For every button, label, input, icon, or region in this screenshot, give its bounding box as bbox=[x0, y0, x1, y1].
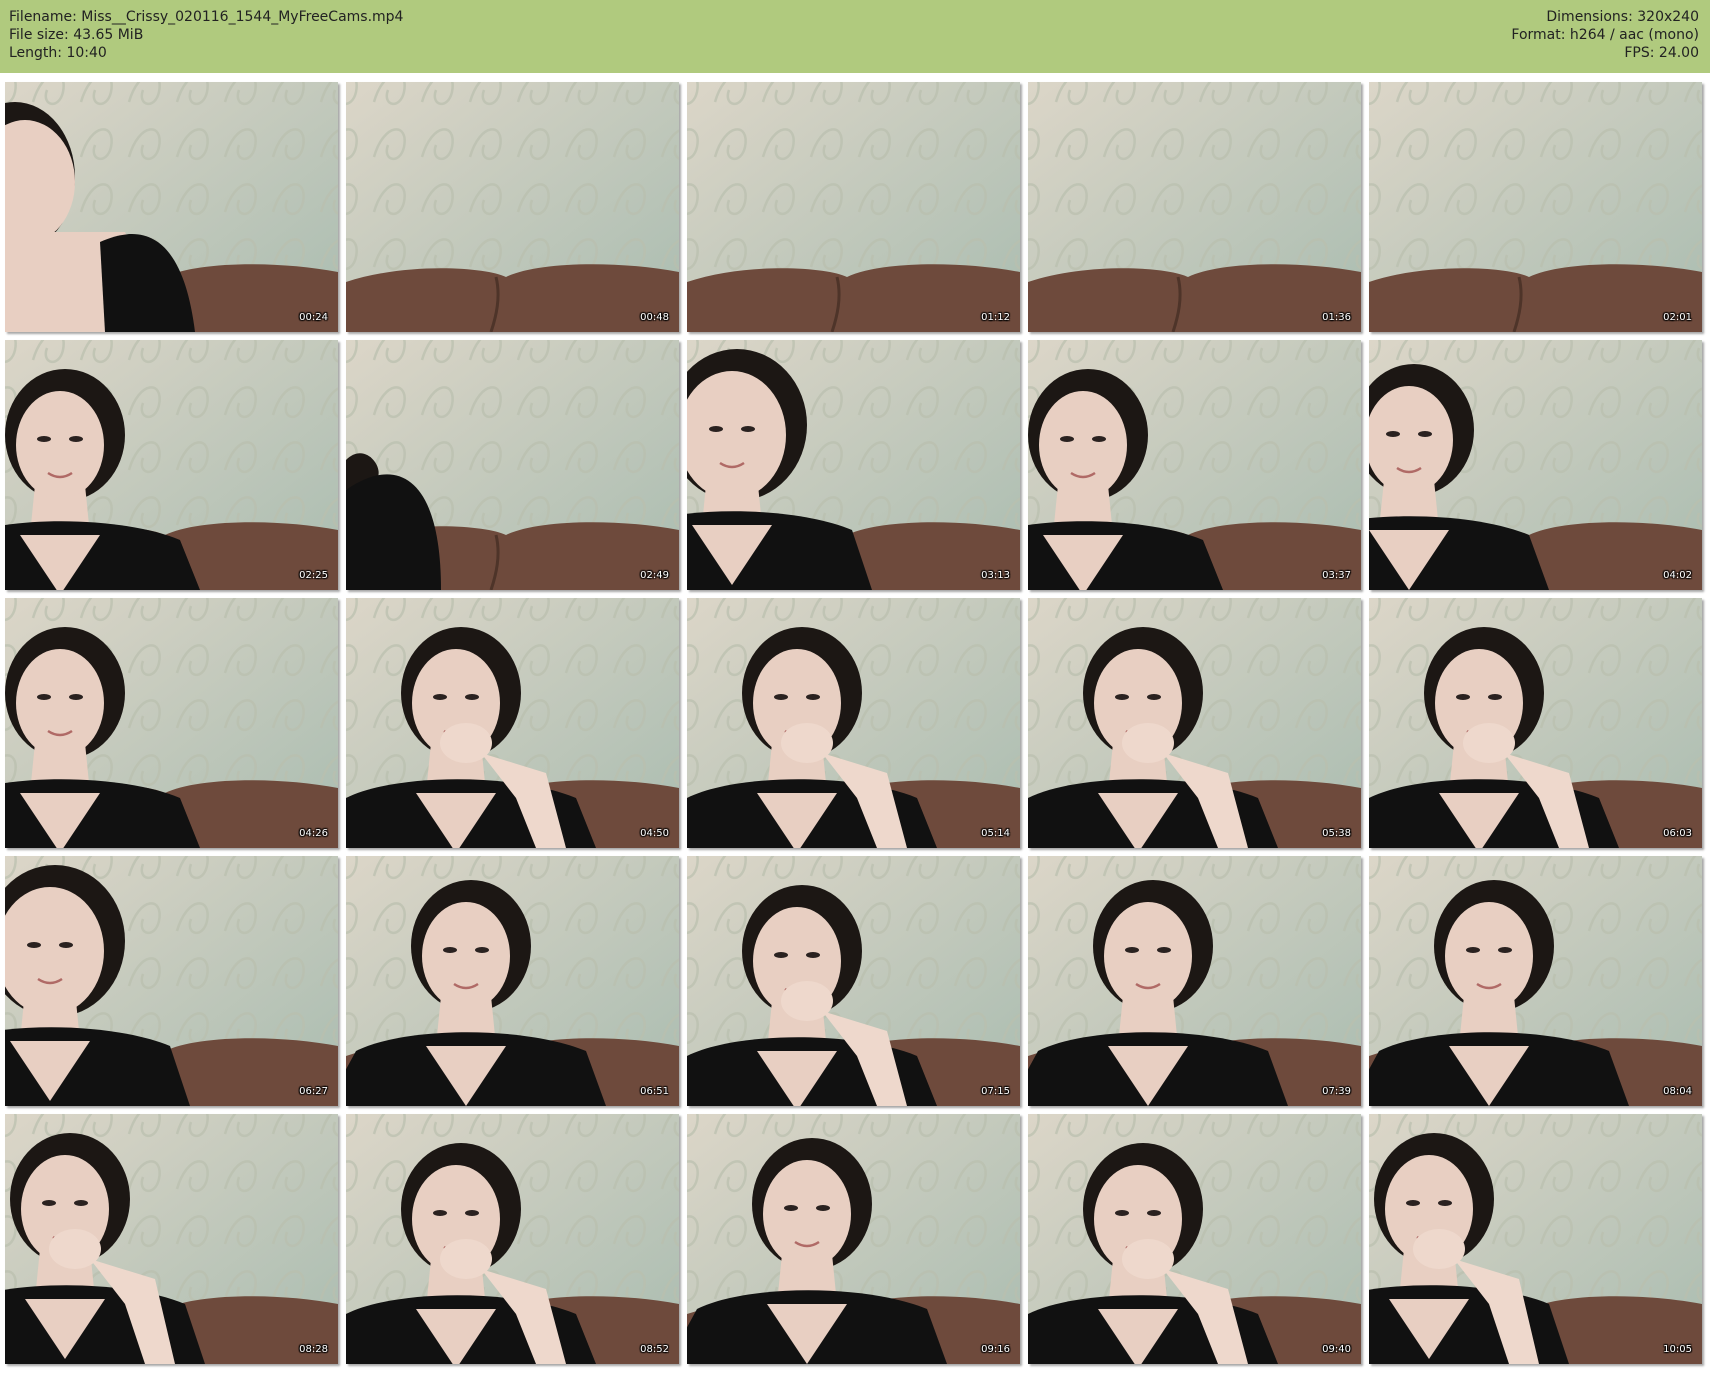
thumbnail-grid: 00:24 00:48 01:12 01:36 02:01 02:25 02:4… bbox=[0, 73, 1710, 1373]
length-text: Length: 10:40 bbox=[9, 45, 107, 61]
thumbnail-frame: 04:50 bbox=[346, 598, 679, 848]
timestamp-label: 09:40 bbox=[1322, 1344, 1351, 1355]
timestamp-label: 09:16 bbox=[981, 1344, 1010, 1355]
thumbnail-frame: 06:51 bbox=[346, 856, 679, 1106]
frame-image bbox=[687, 340, 1020, 590]
thumbnail-frame: 01:12 bbox=[687, 82, 1020, 332]
timestamp-label: 02:25 bbox=[299, 570, 328, 581]
frame-image bbox=[346, 1114, 679, 1364]
timestamp-label: 10:05 bbox=[1663, 1344, 1692, 1355]
thumbnail-frame: 04:26 bbox=[5, 598, 338, 848]
timestamp-label: 02:49 bbox=[640, 570, 669, 581]
timestamp-label: 01:36 bbox=[1322, 312, 1351, 323]
info-left: Filename: Miss__Crissy_020116_1544_MyFre… bbox=[9, 8, 403, 62]
timestamp-label: 07:15 bbox=[981, 1086, 1010, 1097]
thumbnail-frame: 01:36 bbox=[1028, 82, 1361, 332]
frame-image bbox=[687, 82, 1020, 332]
frame-image bbox=[1369, 82, 1702, 332]
frame-image bbox=[5, 1114, 338, 1364]
timestamp-label: 03:37 bbox=[1322, 570, 1351, 581]
thumbnail-frame: 05:38 bbox=[1028, 598, 1361, 848]
thumbnail-frame: 06:03 bbox=[1369, 598, 1702, 848]
info-header: Filename: Miss__Crissy_020116_1544_MyFre… bbox=[0, 0, 1710, 73]
timestamp-label: 04:26 bbox=[299, 828, 328, 839]
frame-image bbox=[346, 82, 679, 332]
frame-image bbox=[346, 598, 679, 848]
thumbnail-frame: 00:48 bbox=[346, 82, 679, 332]
timestamp-label: 03:13 bbox=[981, 570, 1010, 581]
timestamp-label: 07:39 bbox=[1322, 1086, 1351, 1097]
frame-image bbox=[687, 598, 1020, 848]
filename-text: Filename: Miss__Crissy_020116_1544_MyFre… bbox=[9, 9, 404, 25]
file-size-text: File size: 43.65 MiB bbox=[9, 27, 144, 43]
thumbnail-frame: 03:37 bbox=[1028, 340, 1361, 590]
timestamp-label: 00:48 bbox=[640, 312, 669, 323]
thumbnail-frame: 08:04 bbox=[1369, 856, 1702, 1106]
frame-image bbox=[1369, 856, 1702, 1106]
thumbnail-frame: 07:39 bbox=[1028, 856, 1361, 1106]
thumbnail-frame: 02:49 bbox=[346, 340, 679, 590]
info-right: Dimensions: 320x240 Format: h264 / aac (… bbox=[1511, 8, 1699, 62]
timestamp-label: 06:51 bbox=[640, 1086, 669, 1097]
thumbnail-frame: 06:27 bbox=[5, 856, 338, 1106]
timestamp-label: 00:24 bbox=[299, 312, 328, 323]
frame-image bbox=[1028, 1114, 1361, 1364]
frame-image bbox=[1028, 856, 1361, 1106]
thumbnail-frame: 09:16 bbox=[687, 1114, 1020, 1364]
frame-image bbox=[5, 340, 338, 590]
frame-image bbox=[1369, 1114, 1702, 1364]
timestamp-label: 06:27 bbox=[299, 1086, 328, 1097]
timestamp-label: 02:01 bbox=[1663, 312, 1692, 323]
timestamp-label: 08:28 bbox=[299, 1344, 328, 1355]
thumbnail-frame: 08:28 bbox=[5, 1114, 338, 1364]
frame-image bbox=[1369, 340, 1702, 590]
timestamp-label: 08:04 bbox=[1663, 1086, 1692, 1097]
thumbnail-frame: 00:24 bbox=[5, 82, 338, 332]
frame-image bbox=[687, 856, 1020, 1106]
timestamp-label: 05:38 bbox=[1322, 828, 1351, 839]
thumbnail-frame: 07:15 bbox=[687, 856, 1020, 1106]
thumbnail-frame: 02:01 bbox=[1369, 82, 1702, 332]
thumbnail-frame: 03:13 bbox=[687, 340, 1020, 590]
thumbnail-frame: 04:02 bbox=[1369, 340, 1702, 590]
thumbnail-frame: 10:05 bbox=[1369, 1114, 1702, 1364]
frame-image bbox=[687, 1114, 1020, 1364]
frame-image bbox=[1028, 598, 1361, 848]
timestamp-label: 01:12 bbox=[981, 312, 1010, 323]
frame-image bbox=[1028, 340, 1361, 590]
frame-image bbox=[5, 856, 338, 1106]
frame-image bbox=[346, 340, 679, 590]
timestamp-label: 04:02 bbox=[1663, 570, 1692, 581]
frame-image bbox=[346, 856, 679, 1106]
timestamp-label: 04:50 bbox=[640, 828, 669, 839]
frame-image bbox=[1028, 82, 1361, 332]
timestamp-label: 06:03 bbox=[1663, 828, 1692, 839]
thumbnail-frame: 05:14 bbox=[687, 598, 1020, 848]
frame-image bbox=[1369, 598, 1702, 848]
timestamp-label: 05:14 bbox=[981, 828, 1010, 839]
frame-image bbox=[5, 598, 338, 848]
timestamp-label: 08:52 bbox=[640, 1344, 669, 1355]
thumbnail-frame: 09:40 bbox=[1028, 1114, 1361, 1364]
fps-text: FPS: 24.00 bbox=[1624, 45, 1699, 61]
dimensions-text: Dimensions: 320x240 bbox=[1546, 9, 1699, 25]
format-text: Format: h264 / aac (mono) bbox=[1511, 27, 1699, 43]
thumbnail-frame: 08:52 bbox=[346, 1114, 679, 1364]
thumbnail-frame: 02:25 bbox=[5, 340, 338, 590]
frame-image bbox=[5, 82, 338, 332]
